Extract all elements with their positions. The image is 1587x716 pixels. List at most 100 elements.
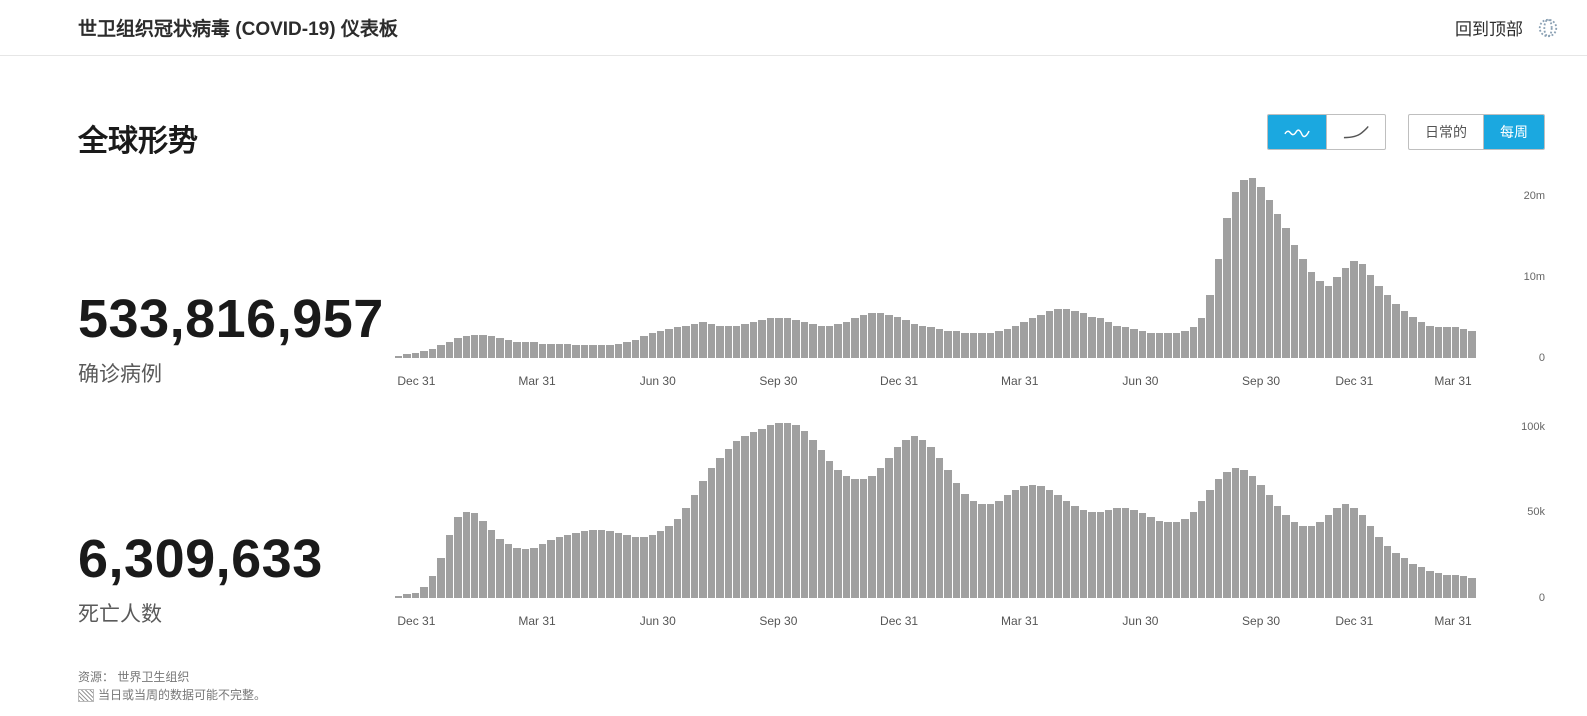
bar[interactable] (877, 313, 884, 358)
bar[interactable] (1130, 329, 1137, 358)
bar[interactable] (1206, 295, 1213, 358)
bar[interactable] (682, 326, 689, 358)
bar[interactable] (1190, 512, 1197, 598)
bar[interactable] (1375, 286, 1382, 358)
bar[interactable] (1316, 522, 1323, 598)
bar[interactable] (1020, 486, 1027, 598)
deaths-chart[interactable]: 050k100k Dec 31Mar 31Jun 30Sep 30Dec 31M… (378, 418, 1545, 628)
bar[interactable] (1223, 472, 1230, 598)
bar[interactable] (1139, 513, 1146, 598)
bar[interactable] (623, 342, 630, 358)
bar[interactable] (995, 331, 1002, 358)
bar[interactable] (640, 537, 647, 598)
bar[interactable] (1367, 526, 1374, 598)
bar[interactable] (1333, 508, 1340, 598)
bar[interactable] (708, 324, 715, 358)
bar[interactable] (1046, 490, 1053, 598)
bar[interactable] (1071, 506, 1078, 598)
bar[interactable] (615, 344, 622, 358)
bar[interactable] (1452, 327, 1459, 358)
bar[interactable] (1215, 259, 1222, 358)
bar[interactable] (1181, 519, 1188, 598)
bar[interactable] (564, 344, 571, 358)
bar[interactable] (1468, 331, 1475, 358)
bar[interactable] (911, 436, 918, 598)
bar[interactable] (615, 533, 622, 598)
bar[interactable] (1392, 553, 1399, 598)
bar[interactable] (1063, 309, 1070, 358)
bar[interactable] (995, 501, 1002, 598)
bar[interactable] (1071, 311, 1078, 358)
bar[interactable] (454, 517, 461, 598)
bar[interactable] (1147, 517, 1154, 598)
bar[interactable] (1401, 311, 1408, 358)
bar[interactable] (792, 425, 799, 598)
bar[interactable] (1257, 485, 1264, 598)
bar[interactable] (809, 324, 816, 358)
bar[interactable] (1122, 327, 1129, 358)
bar[interactable] (581, 531, 588, 598)
bar[interactable] (1401, 558, 1408, 598)
bar[interactable] (699, 322, 706, 358)
bar[interactable] (1037, 486, 1044, 598)
bar[interactable] (420, 351, 427, 358)
bar[interactable] (1460, 576, 1467, 598)
bar[interactable] (581, 345, 588, 358)
bar[interactable] (801, 431, 808, 598)
bar[interactable] (496, 539, 503, 598)
bar[interactable] (522, 342, 529, 358)
bar[interactable] (1266, 200, 1273, 358)
bar[interactable] (1063, 501, 1070, 598)
bar[interactable] (1240, 180, 1247, 358)
bar[interactable] (479, 335, 486, 358)
bar[interactable] (1037, 315, 1044, 358)
bar[interactable] (1020, 322, 1027, 358)
bar[interactable] (1147, 333, 1154, 358)
bar[interactable] (978, 333, 985, 358)
bar[interactable] (1080, 313, 1087, 358)
bar[interactable] (412, 593, 419, 598)
bar[interactable] (522, 549, 529, 598)
bar[interactable] (1139, 331, 1146, 358)
bar[interactable] (1291, 245, 1298, 358)
bar[interactable] (1426, 571, 1433, 598)
bar[interactable] (556, 537, 563, 598)
bar[interactable] (1325, 515, 1332, 598)
bar[interactable] (1333, 277, 1340, 358)
bar[interactable] (446, 342, 453, 358)
bar[interactable] (1367, 275, 1374, 358)
bar[interactable] (1012, 490, 1019, 598)
bar[interactable] (877, 468, 884, 598)
bar[interactable] (860, 479, 867, 598)
bar[interactable] (1029, 485, 1036, 598)
bar[interactable] (649, 333, 656, 358)
bar[interactable] (860, 315, 867, 358)
bar[interactable] (640, 336, 647, 358)
bar[interactable] (733, 326, 740, 358)
bar[interactable] (1113, 326, 1120, 358)
bar[interactable] (1088, 317, 1095, 358)
bar[interactable] (818, 326, 825, 358)
bar[interactable] (1004, 329, 1011, 358)
bar[interactable] (471, 335, 478, 358)
bar[interactable] (395, 356, 402, 358)
bar[interactable] (1054, 495, 1061, 598)
bar[interactable] (834, 324, 841, 358)
bar[interactable] (564, 535, 571, 598)
bar[interactable] (750, 322, 757, 358)
bar[interactable] (725, 326, 732, 358)
bar[interactable] (1173, 333, 1180, 358)
weekly-button[interactable]: 每周 (1483, 115, 1544, 149)
bar[interactable] (885, 458, 892, 598)
bar[interactable] (826, 326, 833, 358)
bar[interactable] (902, 440, 909, 598)
bar[interactable] (1249, 476, 1256, 598)
bar[interactable] (674, 519, 681, 598)
bar[interactable] (1105, 510, 1112, 598)
bar[interactable] (682, 508, 689, 598)
bar[interactable] (572, 533, 579, 598)
bar[interactable] (1299, 526, 1306, 598)
bar[interactable] (1409, 317, 1416, 358)
bar[interactable] (1452, 575, 1459, 598)
bar[interactable] (395, 596, 402, 598)
